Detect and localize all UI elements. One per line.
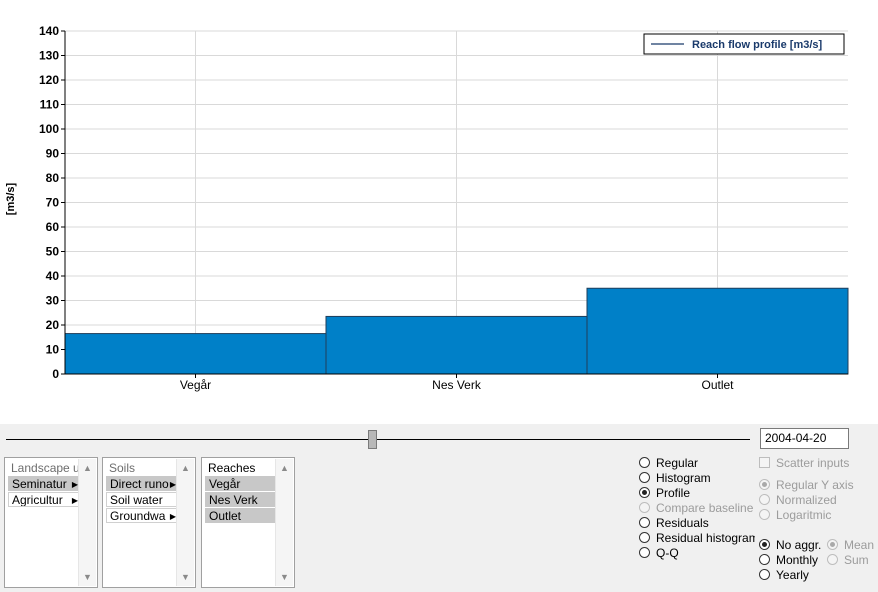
date-input[interactable]: 2004-04-20 bbox=[760, 428, 849, 449]
radio-icon bbox=[759, 509, 770, 520]
list-item[interactable]: Vegår bbox=[205, 476, 278, 491]
list-item[interactable]: Agricultur ▶ bbox=[8, 492, 81, 507]
checkbox-icon bbox=[759, 457, 770, 468]
y-tick-label: 90 bbox=[46, 147, 60, 161]
list-item[interactable]: Seminatur ▶ bbox=[8, 476, 81, 491]
y-tick-label: 120 bbox=[39, 73, 59, 87]
list-item[interactable]: Direct runo ▶ bbox=[106, 476, 179, 491]
y-tick-label: 40 bbox=[46, 269, 60, 283]
bar bbox=[64, 333, 327, 375]
time-slider-thumb[interactable] bbox=[368, 430, 377, 449]
landscape-scrollbar[interactable]: ▲ ▼ bbox=[78, 459, 96, 586]
bar bbox=[586, 287, 849, 375]
radio-icon[interactable] bbox=[639, 517, 650, 528]
scroll-up-icon[interactable]: ▲ bbox=[177, 461, 194, 475]
plot-type-residual-histogram[interactable]: Residual histogram bbox=[639, 531, 755, 546]
radio-checked-icon[interactable] bbox=[759, 539, 770, 550]
scroll-up-icon[interactable]: ▲ bbox=[276, 461, 293, 475]
radio-icon[interactable] bbox=[639, 457, 650, 468]
x-tick-label: Outlet bbox=[701, 378, 734, 392]
list-item[interactable]: Nes Verk bbox=[205, 492, 278, 507]
radio-icon bbox=[639, 502, 650, 513]
x-tick-label: Vegår bbox=[180, 378, 211, 392]
y-tick-label: 80 bbox=[46, 171, 60, 185]
chart-svg: 0 10 20 30 40 50 60 70 80 90 100 110 120 130 140 Vegår N… bbox=[5, 24, 849, 392]
scroll-down-icon[interactable]: ▼ bbox=[79, 570, 96, 584]
radio-icon[interactable] bbox=[759, 569, 770, 580]
controls-panel: 2004-04-20 Landscape u Seminatur ▶ Agricu… bbox=[0, 424, 878, 592]
scroll-down-icon[interactable]: ▼ bbox=[276, 570, 293, 584]
scroll-up-icon[interactable]: ▲ bbox=[79, 461, 96, 475]
landscape-listbox[interactable]: Landscape u Seminatur ▶ Agricultur ▶ ▲ ▼ bbox=[4, 457, 98, 588]
x-tick-label: Nes Verk bbox=[432, 378, 482, 392]
y-tick-label: 110 bbox=[40, 98, 60, 112]
time-slider-track[interactable] bbox=[6, 439, 750, 440]
radio-checked-icon bbox=[827, 539, 838, 550]
y-tick-label: 20 bbox=[46, 318, 60, 332]
legend-series-label: Reach flow profile [m3/s] bbox=[692, 39, 823, 51]
bar bbox=[325, 315, 588, 375]
y-tick-label: 70 bbox=[46, 196, 60, 210]
radio-icon[interactable] bbox=[639, 472, 650, 483]
soils-listbox[interactable]: Soils Direct runo ▶ Soil water Groundwa ▶ … bbox=[102, 457, 196, 588]
radio-icon bbox=[827, 554, 838, 565]
reaches-scrollbar[interactable]: ▲ ▼ bbox=[275, 459, 293, 586]
y-tick-label: 30 bbox=[46, 294, 60, 308]
radio-icon[interactable] bbox=[759, 554, 770, 565]
chart-area: 0 10 20 30 40 50 60 70 80 90 100 110 120 130 140 Vegår N… bbox=[0, 0, 878, 424]
radio-checked-icon[interactable] bbox=[639, 487, 650, 498]
y-tick-label: 10 bbox=[46, 343, 60, 357]
y-axis-label: [m3/s] bbox=[5, 182, 17, 215]
y-tick-label: 140 bbox=[39, 24, 59, 38]
soils-list-header: Soils bbox=[109, 461, 136, 475]
y-tick-label: 100 bbox=[39, 122, 59, 136]
y-tick-label: 50 bbox=[46, 245, 60, 259]
soils-scrollbar[interactable]: ▲ ▼ bbox=[176, 459, 194, 586]
radio-icon bbox=[759, 494, 770, 505]
radio-icon[interactable] bbox=[639, 532, 650, 543]
y-tick-label: 130 bbox=[39, 49, 59, 63]
list-item[interactable]: Outlet bbox=[205, 508, 278, 523]
landscape-list-header: Landscape u bbox=[11, 461, 80, 475]
reaches-list-header: Reaches bbox=[208, 461, 256, 475]
scroll-down-icon[interactable]: ▼ bbox=[177, 570, 194, 584]
y-tick-label: 0 bbox=[52, 367, 59, 381]
radio-checked-icon bbox=[759, 479, 770, 490]
list-item[interactable]: Soil water bbox=[106, 492, 179, 507]
list-item[interactable]: Groundwa ▶ bbox=[106, 508, 179, 523]
y-tick-label: 60 bbox=[46, 220, 60, 234]
reaches-listbox[interactable]: Reaches Vegår Nes Verk Outlet ▲ ▼ bbox=[201, 457, 295, 588]
radio-icon[interactable] bbox=[639, 547, 650, 558]
chart-legend: Reach flow profile [m3/s] bbox=[643, 33, 845, 55]
